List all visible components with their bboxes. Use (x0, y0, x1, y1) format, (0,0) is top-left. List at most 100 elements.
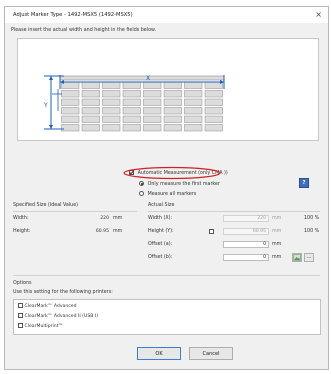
marker-cell (122, 124, 141, 132)
marker-cell (143, 107, 162, 115)
printer-item[interactable]: ClearMultiprint™ (18, 323, 63, 329)
marker-cell (143, 90, 162, 98)
offset-b-field[interactable]: 0 (223, 254, 269, 261)
marker-cell (81, 98, 100, 106)
marker-cell (204, 107, 223, 115)
measure-all-label: Measure all markers (147, 192, 197, 197)
marker-cell (204, 124, 223, 132)
specified-height-unit: mm (113, 229, 123, 234)
marker-cell (61, 90, 80, 98)
printer-checkbox[interactable] (18, 313, 23, 318)
marker-cell (61, 98, 80, 106)
measure-first-option[interactable]: Only measure the first marker (139, 181, 220, 187)
specified-height-value: 60.95 (95, 229, 109, 234)
x-label: X (146, 75, 150, 82)
instruction-text: Please insert the actual width and heigh… (11, 28, 157, 33)
actual-size-heading: Actual Size (148, 203, 175, 208)
offset-b-label: Offset (b): (148, 255, 173, 260)
marker-cell (163, 124, 182, 132)
y-arrow-bottom (49, 125, 53, 129)
marker-preview: X Y (17, 38, 319, 141)
measure-all-radio[interactable] (139, 191, 144, 196)
actual-height-field[interactable]: 60.95 (223, 228, 269, 235)
specified-width-unit: mm (113, 216, 123, 221)
title-bar: Adjust Marker Type - 1492-MSX5 (1492-MSX… (5, 7, 328, 23)
image-button[interactable] (292, 253, 302, 262)
printer-item[interactable]: ClearMark™ Advanced (18, 303, 77, 309)
marker-cell (184, 115, 203, 123)
marker-cell (102, 81, 121, 89)
marker-cell (143, 115, 162, 123)
window-title: Adjust Marker Type - 1492-MSX5 (1492-MSX… (13, 12, 133, 18)
printer-label: ClearMark™ Advanced II (USB I) (24, 314, 99, 319)
marker-cell (61, 124, 80, 132)
more-button[interactable]: ... (304, 253, 314, 262)
measure-first-radio[interactable] (139, 181, 144, 186)
marker-cell (163, 81, 182, 89)
actual-width-field[interactable]: 220 (223, 215, 269, 222)
printer-list[interactable]: ClearMark™ Advanced ClearMark™ Advanced … (13, 299, 321, 335)
measure-first-label: Only measure the first marker (147, 182, 220, 187)
marker-cell (102, 124, 121, 132)
marker-cell (184, 98, 203, 106)
height-lock-checkbox[interactable] (209, 229, 214, 234)
printer-label: ClearMark™ Advanced (24, 304, 77, 309)
specified-width-label: Width: (13, 216, 29, 221)
offset-a-unit: mm (272, 242, 282, 247)
marker-cell (163, 115, 182, 123)
actual-height-label: Height (Y): (148, 229, 174, 234)
marker-cell (102, 90, 121, 98)
marker-cell (81, 115, 100, 123)
marker-cell (184, 81, 203, 89)
marker-cell (61, 115, 80, 123)
actual-height-unit: mm (272, 229, 282, 234)
options-heading: Options (13, 281, 32, 286)
marker-cell (122, 115, 141, 123)
marker-cell (81, 81, 100, 89)
options-separator (13, 275, 320, 276)
marker-diagram: X Y (43, 75, 225, 132)
marker-cell (163, 107, 182, 115)
measure-all-option[interactable]: Measure all markers (139, 191, 196, 197)
marker-cell (143, 81, 162, 89)
offset-a-field[interactable]: 0 (223, 241, 269, 248)
marker-strip (59, 75, 225, 132)
printer-checkbox[interactable] (18, 303, 23, 308)
close-icon[interactable]: × (315, 10, 322, 19)
marker-cell (184, 90, 203, 98)
marker-cell (204, 115, 223, 123)
specified-size-separator (13, 211, 137, 212)
marker-cell (81, 107, 100, 115)
marker-cell (143, 124, 162, 132)
marker-cell (61, 107, 80, 115)
picture-icon (293, 254, 301, 261)
marker-cell (204, 81, 223, 89)
printer-checkbox[interactable] (18, 323, 23, 328)
marker-top-rail (59, 75, 225, 81)
printer-item[interactable]: ClearMark™ Advanced II (USB I) (18, 313, 98, 319)
adjust-marker-dialog: Adjust Marker Type - 1492-MSX5 (1492-MSX… (4, 6, 329, 370)
marker-cell (102, 98, 121, 106)
marker-cell (184, 107, 203, 115)
specified-width-value: 220 (100, 216, 109, 221)
marker-cell (143, 98, 162, 106)
printer-label: ClearMultiprint™ (24, 324, 64, 329)
marker-cell (184, 124, 203, 132)
marker-cell (163, 90, 182, 98)
marker-cell (102, 115, 121, 123)
marker-cell (122, 107, 141, 115)
y-label: Y (43, 102, 48, 109)
marker-cell (204, 98, 223, 106)
highlight-ellipse (123, 166, 221, 180)
actual-width-percent: 100 % (304, 216, 320, 221)
cancel-button[interactable]: Cancel (189, 347, 233, 360)
specified-height-label: Height: (13, 229, 31, 234)
ok-button[interactable]: OK (137, 347, 181, 360)
offset-a-label: Offset (a): (148, 242, 173, 247)
help-button[interactable]: ? (299, 178, 309, 188)
actual-width-label: Width (X): (148, 216, 173, 221)
marker-cell (81, 124, 100, 132)
specified-size-heading: Specified Size (Ideal Value) (13, 203, 79, 208)
marker-cell (102, 107, 121, 115)
marker-cell (61, 81, 80, 89)
